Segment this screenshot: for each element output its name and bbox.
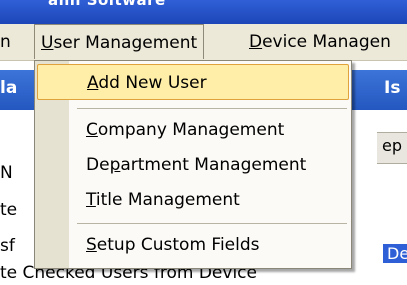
content-row-fragment: te: [0, 200, 18, 220]
window-title-bar: ann Soitware: [0, 0, 407, 24]
menu-access-key: D: [249, 32, 263, 52]
user-management-dropdown: Add New User Company Management Departme…: [34, 60, 352, 269]
menu-item-previous[interactable]: n: [0, 24, 11, 60]
menu-label-text: itle Management: [95, 190, 240, 210]
menu-separator: [77, 108, 347, 109]
menu-access-key: A: [87, 73, 99, 93]
menu-label: evice Managen: [262, 32, 391, 52]
menu-item-label: Company Management: [86, 112, 284, 148]
menu-label-text: ompany Management: [97, 120, 285, 140]
window-title: ann Soitware: [48, 0, 166, 9]
menu-item-label: Add New User: [87, 65, 207, 101]
section-header-right: Is: [384, 78, 401, 98]
content-row-fragment: N: [0, 163, 13, 183]
menu-setup-custom-fields[interactable]: Setup Custom Fields: [35, 227, 351, 263]
section-header-left: la: [0, 78, 18, 98]
menu-label: ser Management: [53, 33, 198, 53]
menu-access-key: T: [86, 190, 96, 210]
menu-separator: [77, 223, 347, 224]
menu-user-management[interactable]: User Management: [34, 24, 205, 59]
menu-label-text: artment Management: [120, 155, 307, 175]
menu-access-key: C: [86, 120, 98, 140]
menu-add-new-user[interactable]: Add New User: [37, 64, 349, 100]
right-panel-fragment: ep: [382, 136, 402, 155]
menu-company-management[interactable]: Company Management: [35, 112, 351, 148]
menu-access-key: U: [41, 33, 54, 53]
menu-access-key: S: [86, 235, 97, 255]
menu-label-text: dd New User: [98, 73, 207, 93]
menu-item-label: Setup Custom Fields: [86, 227, 260, 263]
menu-item-label: Title Management: [86, 182, 240, 218]
content-row-fragment: sf: [0, 236, 15, 256]
menu-department-management[interactable]: Department Management: [35, 147, 351, 183]
menu-device-management[interactable]: Device Managen: [249, 24, 391, 60]
menu-bar: n User Management Device Managen: [0, 24, 407, 61]
right-panel-button-fragment[interactable]: De: [383, 244, 407, 263]
menu-item-label: Department Management: [86, 147, 306, 183]
menu-title-management[interactable]: Title Management: [35, 182, 351, 218]
menu-access-key: p: [109, 155, 121, 175]
menu-label-text: De: [86, 155, 110, 175]
menu-label-text: etup Custom Fields: [96, 235, 260, 255]
